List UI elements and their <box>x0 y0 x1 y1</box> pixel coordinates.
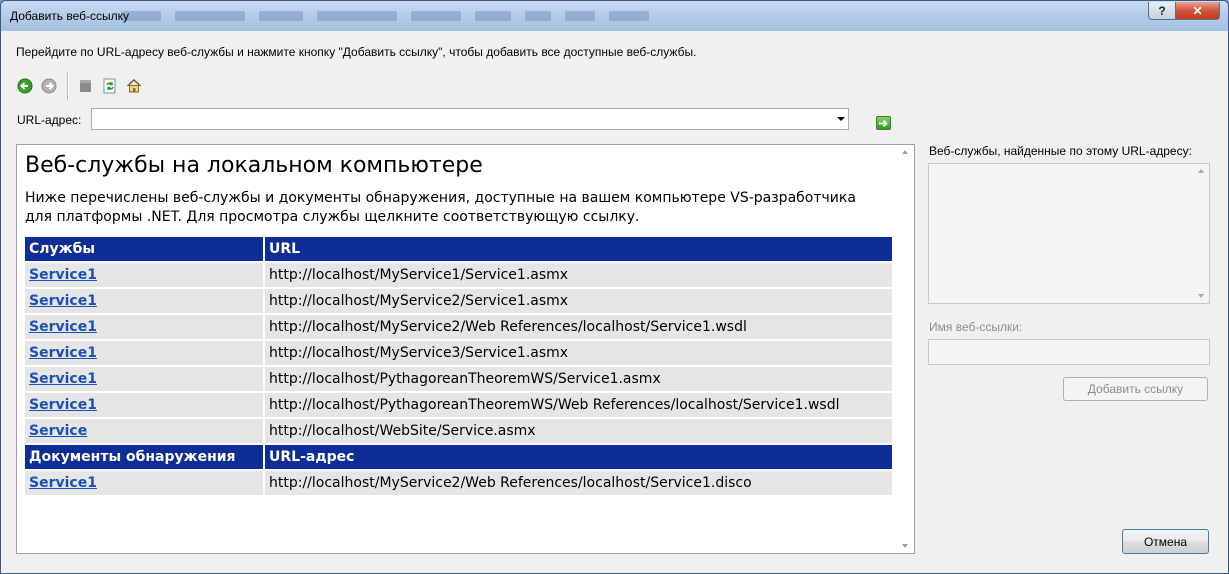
service-link[interactable]: Service1 <box>29 267 97 283</box>
add-reference-button[interactable]: Добавить ссылку <box>1063 377 1208 401</box>
service-url: http://localhost/MyService2/Web Referenc… <box>265 315 892 339</box>
found-services-list[interactable] <box>928 163 1210 304</box>
arrow-right-icon <box>879 119 888 127</box>
table-row: Service http://localhost/WebSite/Service… <box>25 419 892 443</box>
service-link[interactable]: Service1 <box>29 319 97 335</box>
services-table: Службы URL Service1 http://localhost/MyS… <box>25 235 892 497</box>
services-header-row: Службы URL <box>25 237 892 261</box>
table-row: Service1 http://localhost/PythagoreanThe… <box>25 393 892 417</box>
table-row: Service1 http://localhost/PythagoreanThe… <box>25 367 892 391</box>
discovery-header: Документы обнаружения <box>25 445 265 469</box>
page-heading: Веб-службы на локальном компьютере <box>25 153 483 178</box>
window-title: Добавить веб-ссылку <box>10 9 130 23</box>
web-browser-pane: Веб-службы на локальном компьютере Ниже … <box>16 144 915 554</box>
service-link[interactable]: Service <box>29 423 87 439</box>
close-button[interactable]: ✕ <box>1175 2 1220 20</box>
service-link[interactable]: Service1 <box>29 293 97 309</box>
service-link[interactable]: Service1 <box>29 397 97 413</box>
service-url: http://localhost/PythagoreanTheoremWS/Se… <box>265 367 892 391</box>
stop-icon[interactable] <box>78 78 94 94</box>
refresh-icon[interactable] <box>102 78 118 94</box>
back-icon[interactable] <box>17 78 33 94</box>
chevron-down-icon[interactable] <box>837 117 845 121</box>
url-header: URL <box>265 237 892 261</box>
service-link[interactable]: Service1 <box>29 371 97 387</box>
discovery-url: http://localhost/MyService2/Web Referenc… <box>265 471 892 495</box>
scroll-up-icon[interactable] <box>1198 169 1204 173</box>
add-web-reference-dialog: Добавить веб-ссылку ? ✕ Перейдите по URL… <box>0 0 1229 574</box>
home-icon[interactable] <box>126 78 142 94</box>
table-row: Service1 http://localhost/MyService2/Web… <box>25 471 892 495</box>
help-button[interactable]: ? <box>1148 2 1176 20</box>
discovery-url-header: URL-адрес <box>265 445 892 469</box>
discovery-header-row: Документы обнаружения URL-адрес <box>25 445 892 469</box>
service-link[interactable]: Service1 <box>29 345 97 361</box>
navigation-toolbar <box>17 72 150 100</box>
page-description: Ниже перечислены веб-службы и документы … <box>25 190 856 225</box>
toolbar-separator <box>67 72 68 100</box>
scroll-down-icon[interactable] <box>902 544 908 548</box>
browser-scrollbar[interactable] <box>898 145 914 553</box>
discovery-link[interactable]: Service1 <box>29 475 97 491</box>
reference-name-label: Имя веб-ссылки: <box>929 320 1023 334</box>
browser-content: Веб-службы на локальном компьютере Ниже … <box>17 145 898 553</box>
url-label: URL-адрес: <box>17 113 82 127</box>
cancel-button[interactable]: Отмена <box>1122 529 1209 554</box>
service-url: http://localhost/PythagoreanTheoremWS/We… <box>265 393 892 417</box>
table-row: Service1 http://localhost/MyService2/Ser… <box>25 289 892 313</box>
service-url: http://localhost/WebSite/Service.asmx <box>265 419 892 443</box>
service-url: http://localhost/MyService3/Service1.asm… <box>265 341 892 365</box>
background-menu-ghost <box>121 11 661 25</box>
reference-name-input[interactable] <box>928 339 1210 365</box>
scroll-down-icon[interactable] <box>1198 294 1204 298</box>
service-url: http://localhost/MyService1/Service1.asm… <box>265 263 892 287</box>
title-bar[interactable]: Добавить веб-ссылку ? ✕ <box>1 1 1228 31</box>
service-url: http://localhost/MyService2/Service1.asm… <box>265 289 892 313</box>
url-input[interactable] <box>94 110 828 130</box>
url-combobox[interactable] <box>91 108 849 130</box>
go-button[interactable] <box>876 116 891 130</box>
forward-icon[interactable] <box>41 78 57 94</box>
table-row: Service1 http://localhost/MyService2/Web… <box>25 315 892 339</box>
scroll-up-icon[interactable] <box>902 150 908 154</box>
table-row: Service1 http://localhost/MyService1/Ser… <box>25 263 892 287</box>
services-header: Службы <box>25 237 265 261</box>
instruction-text: Перейдите по URL-адресу веб-службы и наж… <box>16 45 697 59</box>
table-row: Service1 http://localhost/MyService3/Ser… <box>25 341 892 365</box>
found-services-label: Веб-службы, найденные по этому URL-адрес… <box>929 144 1192 158</box>
